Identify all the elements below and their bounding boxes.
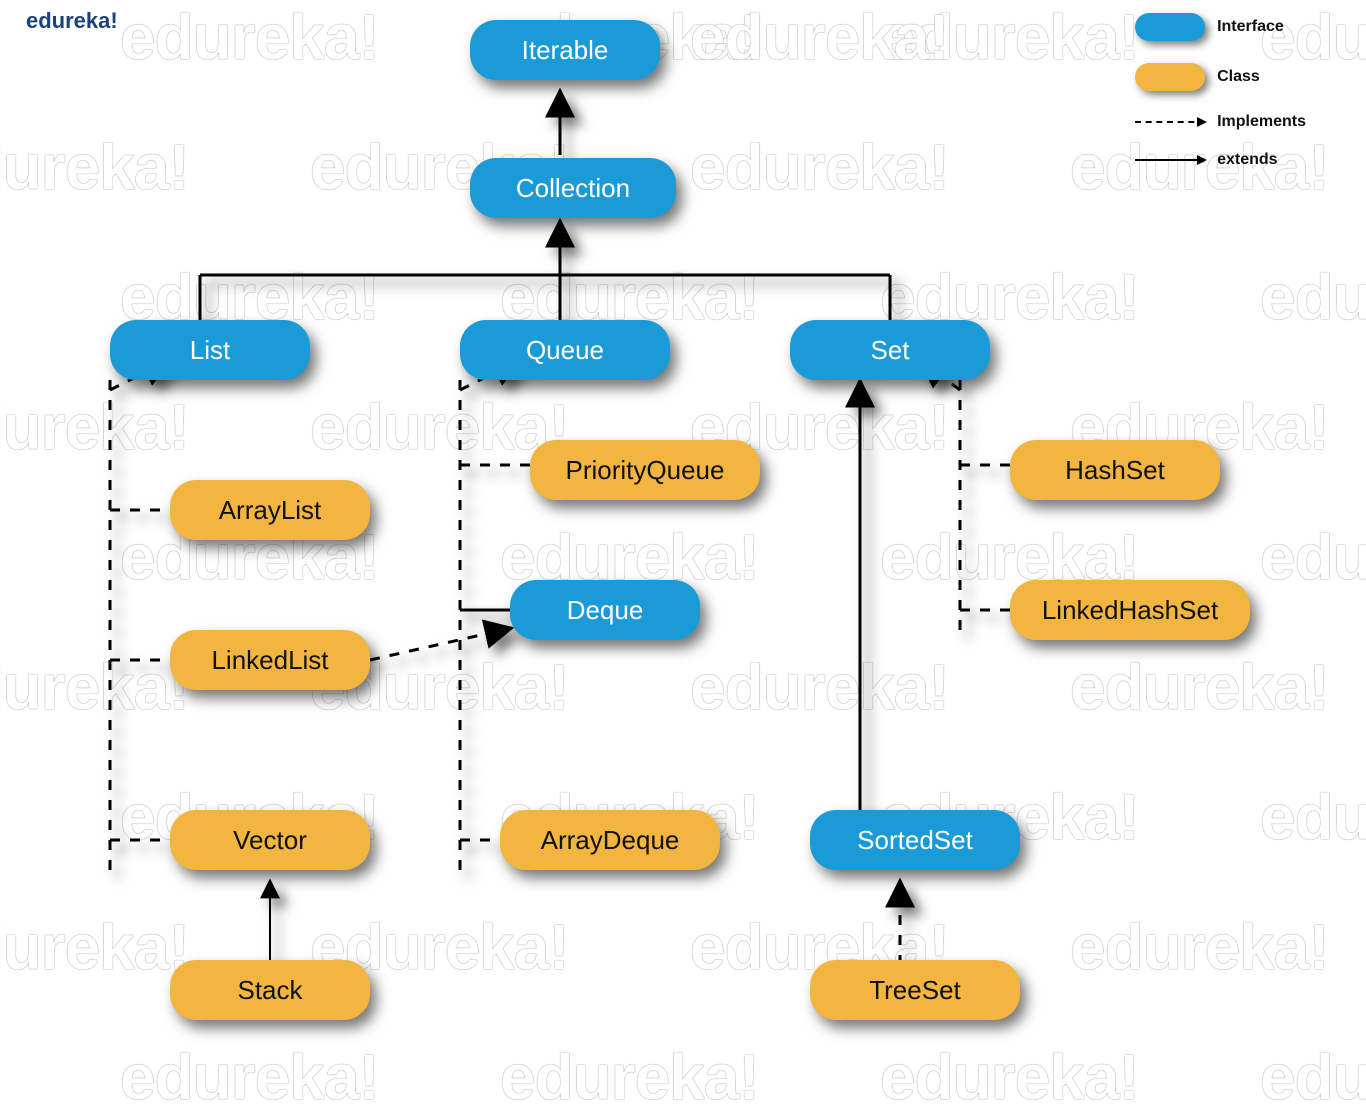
- legend-swatch-interface: [1135, 13, 1205, 41]
- node-label: ArrayDeque: [541, 825, 680, 856]
- node-priorityqueue: PriorityQueue: [530, 440, 760, 500]
- node-label: Set: [870, 335, 909, 366]
- node-arraydeque: ArrayDeque: [500, 810, 720, 870]
- node-vector: Vector: [170, 810, 370, 870]
- legend-label: Interface: [1217, 18, 1284, 36]
- legend-implements: Implements: [1135, 110, 1306, 134]
- node-label: LinkedList: [211, 645, 328, 676]
- node-label: Queue: [526, 335, 604, 366]
- legend-extends: extends: [1135, 148, 1306, 172]
- node-label: Collection: [516, 173, 630, 204]
- node-iterable: Iterable: [470, 20, 660, 80]
- node-queue: Queue: [460, 320, 670, 380]
- node-set: Set: [790, 320, 990, 380]
- node-label: Vector: [233, 825, 307, 856]
- legend-label: extends: [1217, 151, 1277, 169]
- legend: Interface Class Implements extends: [1135, 10, 1306, 186]
- legend-interface: Interface: [1135, 10, 1306, 44]
- legend-label: Class: [1217, 68, 1260, 86]
- node-label: Deque: [567, 595, 644, 626]
- node-label: List: [190, 335, 230, 366]
- node-label: TreeSet: [869, 975, 961, 1006]
- node-label: Stack: [237, 975, 302, 1006]
- node-list: List: [110, 320, 310, 380]
- legend-label: Implements: [1217, 113, 1306, 131]
- legend-line-dashed: [1135, 121, 1205, 123]
- node-deque: Deque: [510, 580, 700, 640]
- brand-logo: edureka!: [26, 8, 118, 34]
- node-treeset: TreeSet: [810, 960, 1020, 1020]
- legend-class: Class: [1135, 60, 1306, 94]
- node-collection: Collection: [470, 158, 676, 218]
- node-linkedhashset: LinkedHashSet: [1010, 580, 1250, 640]
- legend-line-solid: [1135, 159, 1205, 161]
- node-label: ArrayList: [219, 495, 322, 526]
- node-hashset: HashSet: [1010, 440, 1220, 500]
- node-label: HashSet: [1065, 455, 1165, 486]
- node-arraylist: ArrayList: [170, 480, 370, 540]
- node-label: PriorityQueue: [566, 455, 725, 486]
- node-sortedset: SortedSet: [810, 810, 1020, 870]
- node-stack: Stack: [170, 960, 370, 1020]
- node-label: LinkedHashSet: [1042, 595, 1218, 626]
- node-label: SortedSet: [857, 825, 973, 856]
- legend-swatch-class: [1135, 63, 1205, 91]
- node-label: Iterable: [522, 35, 609, 66]
- node-linkedlist: LinkedList: [170, 630, 370, 690]
